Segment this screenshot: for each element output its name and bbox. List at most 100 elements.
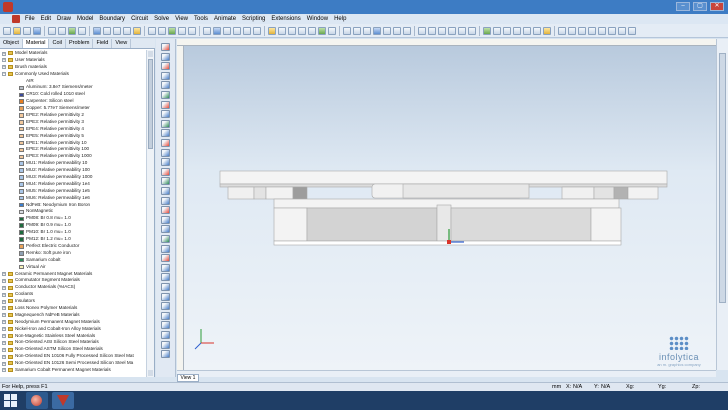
- draw-tool-icon[interactable]: [161, 110, 170, 119]
- tree-item[interactable]: PM08: Br 0.8 mu= 1.0: [0, 215, 146, 222]
- menu-view[interactable]: View: [172, 14, 191, 24]
- draw-tool-icon[interactable]: [161, 225, 170, 234]
- toolbar-tool-icon[interactable]: [628, 26, 636, 35]
- expand-icon[interactable]: +: [2, 334, 6, 339]
- tab-coil[interactable]: Coil: [49, 39, 66, 48]
- expand-icon[interactable]: +: [2, 347, 6, 352]
- draw-tool-icon[interactable]: [161, 331, 170, 339]
- toolbar-tool-icon[interactable]: [23, 26, 31, 35]
- toolbar-tool-icon[interactable]: [483, 26, 491, 35]
- toolbar-tool-icon[interactable]: [588, 26, 596, 35]
- scroll-up-arrow[interactable]: [148, 51, 153, 57]
- toolbar-tool-icon[interactable]: [148, 26, 156, 35]
- toolbar-tool-icon[interactable]: [328, 26, 336, 35]
- expand-icon[interactable]: +: [2, 320, 6, 325]
- menu-extensions[interactable]: Extensions: [268, 14, 303, 24]
- tree-item[interactable]: EPE2: Relative permittivity 100: [0, 146, 146, 153]
- toolbar-tool-icon[interactable]: [598, 26, 606, 35]
- toolbar-tool-icon[interactable]: [78, 26, 86, 35]
- scroll-down-arrow[interactable]: [148, 370, 153, 376]
- collapse-icon[interactable]: −: [2, 72, 6, 77]
- toolbar-tool-icon[interactable]: [158, 26, 166, 35]
- draw-tool-icon[interactable]: [161, 206, 170, 215]
- tree-folder[interactable]: + Ceramic Permanent Magnet Materials: [0, 271, 146, 278]
- tree-item[interactable]: Perfect Electric Conductor: [0, 243, 146, 250]
- toolbar-tool-icon[interactable]: [343, 26, 351, 35]
- toolbar-tool-icon[interactable]: [288, 26, 296, 35]
- draw-tool-icon[interactable]: [161, 91, 170, 99]
- toolbar-tool-icon[interactable]: [223, 26, 231, 35]
- tree-item[interactable]: EPE5: Relative permittivity 5: [0, 133, 146, 140]
- tree-folder[interactable]: + Non-Oriented AISI Silicon Steel Materia…: [0, 339, 146, 346]
- tree-folder[interactable]: + Loss Nonex Polymer Materials: [0, 305, 146, 312]
- toolbar-tool-icon[interactable]: [268, 26, 276, 35]
- tab-view-1[interactable]: View 1: [177, 374, 199, 382]
- model-view[interactable]: infolytica an m. graphics company: [177, 39, 716, 370]
- toolbar-tool-icon[interactable]: [278, 26, 286, 35]
- toolbar-tool-icon[interactable]: [113, 26, 121, 35]
- menu-file[interactable]: File: [22, 14, 38, 24]
- tree-item[interactable]: PM09: Br 0.9 mu= 1.0: [0, 222, 146, 229]
- tree-item[interactable]: MU5: Relative permeability 1e5: [0, 188, 146, 195]
- draw-tool-icon[interactable]: [161, 62, 170, 71]
- expand-icon[interactable]: +: [2, 361, 6, 366]
- draw-tool-icon[interactable]: [161, 254, 170, 263]
- toolbar-tool-icon[interactable]: [168, 26, 176, 35]
- draw-tool-icon[interactable]: [161, 71, 170, 80]
- draw-tool-icon[interactable]: [161, 283, 170, 291]
- tree-item[interactable]: EPE1: Relative permittivity 10: [0, 140, 146, 147]
- draw-tool-icon[interactable]: [161, 350, 170, 359]
- tree-item[interactable]: Aluminum: 3.8e7 Siemens/meter: [0, 84, 146, 91]
- toolbar-tool-icon[interactable]: [438, 26, 446, 35]
- menu-help[interactable]: Help: [331, 14, 349, 24]
- toolbar-tool-icon[interactable]: [503, 26, 511, 35]
- menu-solve[interactable]: Solve: [151, 14, 172, 24]
- toolbar-tool-icon[interactable]: [458, 26, 466, 35]
- menu-scripting[interactable]: Scripting: [239, 14, 268, 24]
- toolbar-tool-icon[interactable]: [308, 26, 316, 35]
- menu-circuit[interactable]: Circuit: [128, 14, 151, 24]
- expand-icon[interactable]: +: [2, 340, 6, 345]
- tree-item[interactable]: Copper: 5.77e7 Siemens/meter: [0, 105, 146, 112]
- draw-tool-icon[interactable]: [161, 302, 170, 311]
- expand-icon[interactable]: +: [2, 306, 6, 311]
- draw-tool-icon[interactable]: [161, 148, 170, 157]
- toolbar-tool-icon[interactable]: [188, 26, 196, 35]
- draw-tool-icon[interactable]: [161, 52, 170, 61]
- tree-item[interactable]: Samarium cobalt: [0, 257, 146, 264]
- tree-folder[interactable]: − Commonly Used Materials: [0, 71, 146, 78]
- tab-problem[interactable]: Problem: [66, 39, 94, 48]
- draw-tool-icon[interactable]: [161, 129, 170, 138]
- tree-item[interactable]: PM10: Br 1.0 mu= 1.0: [0, 229, 146, 236]
- document-icon[interactable]: [12, 15, 20, 23]
- toolbar-tool-icon[interactable]: [418, 26, 426, 35]
- toolbar-tool-icon[interactable]: [618, 26, 626, 35]
- draw-tool-icon[interactable]: [161, 43, 170, 51]
- tab-material[interactable]: Material: [22, 39, 50, 48]
- windows-start-button[interactable]: [2, 393, 18, 408]
- draw-tool-icon[interactable]: [161, 263, 170, 272]
- expand-icon[interactable]: +: [2, 285, 6, 290]
- toolbar-tool-icon[interactable]: [608, 26, 616, 35]
- toolbar-tool-icon[interactable]: [133, 26, 141, 35]
- toolbar-tool-icon[interactable]: [213, 26, 221, 35]
- menu-boundary[interactable]: Boundary: [96, 14, 128, 24]
- tree-item[interactable]: EPE2: Relative permittivity 2: [0, 112, 146, 119]
- toolbar-tool-icon[interactable]: [3, 26, 11, 35]
- toolbar-tool-icon[interactable]: [233, 26, 241, 35]
- toolbar-tool-icon[interactable]: [123, 26, 131, 35]
- tab-object[interactable]: Object: [0, 39, 23, 48]
- tab-field[interactable]: Field: [93, 39, 113, 48]
- toolbar-tool-icon[interactable]: [448, 26, 456, 35]
- tree-folder[interactable]: + Non-Oriented EN 10126 Semi Processed Si…: [0, 360, 146, 367]
- toolbar-tool-icon[interactable]: [253, 26, 261, 35]
- menu-window[interactable]: Window: [304, 14, 331, 24]
- toolbar-tool-icon[interactable]: [523, 26, 531, 35]
- expand-icon[interactable]: +: [2, 278, 6, 283]
- tree-item[interactable]: EPE3: Relative permittivity 3: [0, 119, 146, 126]
- draw-tool-icon[interactable]: [161, 187, 170, 195]
- draw-tool-icon[interactable]: [161, 340, 170, 349]
- tab-view[interactable]: View: [112, 39, 132, 48]
- tree-folder[interactable]: + Non-Oriented EN 10106 Fully Processed S…: [0, 353, 146, 360]
- menu-edit[interactable]: Edit: [38, 14, 54, 24]
